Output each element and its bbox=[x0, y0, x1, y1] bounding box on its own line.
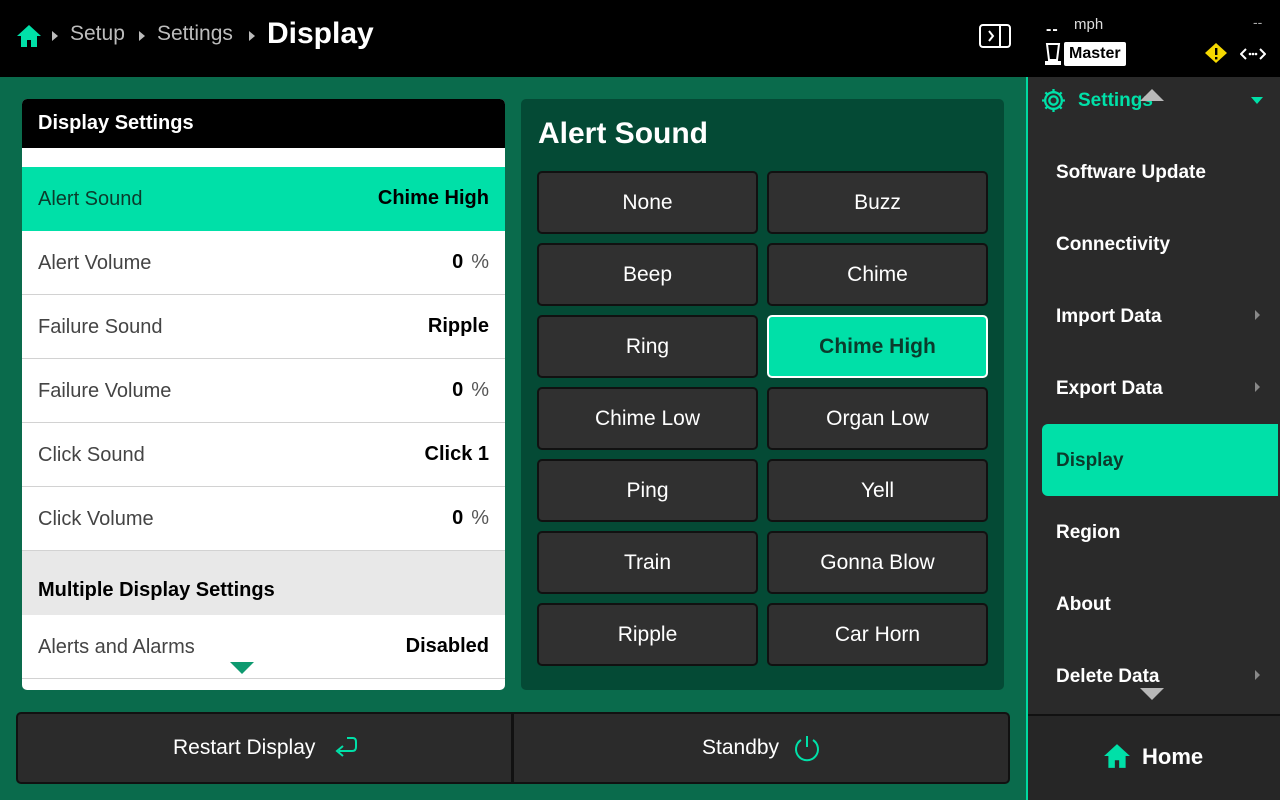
scroll-down-arrow-icon[interactable] bbox=[1140, 688, 1164, 700]
setting-label: Failure Volume bbox=[38, 380, 172, 402]
panel-toggle-icon[interactable] bbox=[979, 24, 1011, 48]
role-badge: Master bbox=[1064, 42, 1126, 66]
sidebar-item-label: Region bbox=[1056, 522, 1121, 543]
setting-value: Click 1 bbox=[424, 443, 489, 465]
breadcrumb-separator-icon bbox=[249, 31, 255, 41]
setting-row-failure-volume[interactable]: Failure Volume 0% bbox=[22, 359, 505, 423]
breadcrumb-separator-icon bbox=[52, 31, 58, 41]
setting-row-alerts-and-alarms[interactable]: Alerts and Alarms Disabled bbox=[22, 615, 505, 679]
breadcrumb-setup[interactable]: Setup bbox=[70, 22, 125, 46]
chevron-right-icon bbox=[1255, 670, 1260, 680]
setting-label: Alerts and Alarms bbox=[38, 636, 195, 658]
sidebar-item-display[interactable]: Display bbox=[1042, 424, 1278, 496]
sound-option-chime[interactable]: Chime bbox=[767, 243, 988, 306]
setting-unit: % bbox=[471, 379, 489, 401]
sidebar-item-label: Connectivity bbox=[1056, 234, 1171, 255]
sidebar-item-label: Delete Data bbox=[1056, 666, 1160, 687]
sound-option-ping[interactable]: Ping bbox=[537, 459, 758, 522]
chevron-right-icon bbox=[1255, 382, 1260, 392]
setting-label: Click Volume bbox=[38, 508, 154, 530]
sidebar-item-label: Import Data bbox=[1056, 306, 1162, 327]
home-icon bbox=[1104, 744, 1130, 768]
display-settings-title: Display Settings bbox=[22, 99, 505, 148]
home-icon[interactable] bbox=[16, 24, 42, 48]
setting-label: Alert Sound bbox=[38, 188, 143, 210]
sidebar-item-region[interactable]: Region bbox=[1042, 496, 1278, 568]
setting-value: Ripple bbox=[427, 315, 489, 337]
sidebar-item-connectivity[interactable]: Connectivity bbox=[1042, 208, 1278, 280]
sound-option-chime-high[interactable]: Chime High bbox=[767, 315, 988, 378]
setting-value: Disabled bbox=[405, 635, 489, 657]
setting-value: 0 bbox=[452, 507, 464, 529]
scroll-up-arrow-icon[interactable] bbox=[1140, 89, 1164, 101]
sidebar-item-export-data[interactable]: Export Data bbox=[1042, 352, 1278, 424]
setting-row-failure-sound[interactable]: Failure Sound Ripple bbox=[22, 295, 505, 359]
connection-arrows-icon[interactable] bbox=[1240, 46, 1266, 62]
sound-option-organ-low[interactable]: Organ Low bbox=[767, 387, 988, 450]
breadcrumb-separator-icon bbox=[139, 31, 145, 41]
multiple-display-settings-header: Multiple Display Settings bbox=[22, 551, 505, 615]
setting-unit: % bbox=[471, 507, 489, 529]
sidebar-item-label: Export Data bbox=[1056, 378, 1163, 399]
sound-option-ring[interactable]: Ring bbox=[537, 315, 758, 378]
warning-icon[interactable] bbox=[1204, 42, 1228, 64]
setting-label: Alert Volume bbox=[38, 252, 152, 274]
home-button-label: Home bbox=[1142, 744, 1204, 769]
sound-option-car-horn[interactable]: Car Horn bbox=[767, 603, 988, 666]
restart-icon bbox=[335, 737, 357, 757]
setting-row-click-sound[interactable]: Click Sound Click 1 bbox=[22, 423, 505, 487]
sound-option-chime-low[interactable]: Chime Low bbox=[537, 387, 758, 450]
setting-row-alert-sound[interactable]: Alert Sound Chime High bbox=[22, 167, 505, 231]
sound-option-yell[interactable]: Yell bbox=[767, 459, 988, 522]
display-settings-panel: Display Settings Alert Sound Chime High … bbox=[22, 99, 505, 690]
sound-option-beep[interactable]: Beep bbox=[537, 243, 758, 306]
sound-option-ripple[interactable]: Ripple bbox=[537, 603, 758, 666]
setting-label: Click Sound bbox=[38, 444, 145, 466]
sound-option-gonna-blow[interactable]: Gonna Blow bbox=[767, 531, 988, 594]
sidebar-item-import-data[interactable]: Import Data bbox=[1042, 280, 1278, 352]
standby-label: Standby bbox=[702, 736, 780, 759]
setting-unit: % bbox=[471, 251, 489, 273]
speed-readout: -- bbox=[1046, 21, 1059, 38]
sidebar-item-label: About bbox=[1056, 594, 1111, 615]
sound-option-train[interactable]: Train bbox=[537, 531, 758, 594]
setting-label: Failure Sound bbox=[38, 316, 163, 338]
sound-option-buzz[interactable]: Buzz bbox=[767, 171, 988, 234]
sidebar-item-about[interactable]: About bbox=[1042, 568, 1278, 640]
sidebar-item-software-update[interactable]: Software Update bbox=[1042, 136, 1278, 208]
chevron-right-icon bbox=[1255, 310, 1260, 320]
page-title: Display bbox=[267, 17, 374, 50]
sidebar-item-label: Software Update bbox=[1056, 162, 1206, 183]
restart-display-label: Restart Display bbox=[173, 736, 316, 759]
sound-option-none[interactable]: None bbox=[537, 171, 758, 234]
chevron-down-icon[interactable] bbox=[1251, 97, 1263, 104]
setting-row-click-volume[interactable]: Click Volume 0% bbox=[22, 487, 505, 551]
setting-value: 0 bbox=[452, 251, 464, 273]
setting-value: 0 bbox=[452, 379, 464, 401]
setting-row-alert-volume[interactable]: Alert Volume 0% bbox=[22, 231, 505, 295]
display-device-icon bbox=[1045, 43, 1061, 65]
status-readout: -- bbox=[1253, 14, 1263, 30]
setting-value: Chime High bbox=[377, 187, 489, 209]
power-icon bbox=[795, 736, 819, 762]
speed-unit: mph bbox=[1074, 16, 1104, 33]
breadcrumb-settings[interactable]: Settings bbox=[157, 22, 233, 46]
alert-sound-title: Alert Sound bbox=[538, 117, 708, 150]
gear-icon bbox=[1042, 89, 1065, 112]
scroll-down-arrow-icon[interactable] bbox=[230, 662, 254, 674]
sidebar-item-label: Display bbox=[1056, 450, 1124, 471]
